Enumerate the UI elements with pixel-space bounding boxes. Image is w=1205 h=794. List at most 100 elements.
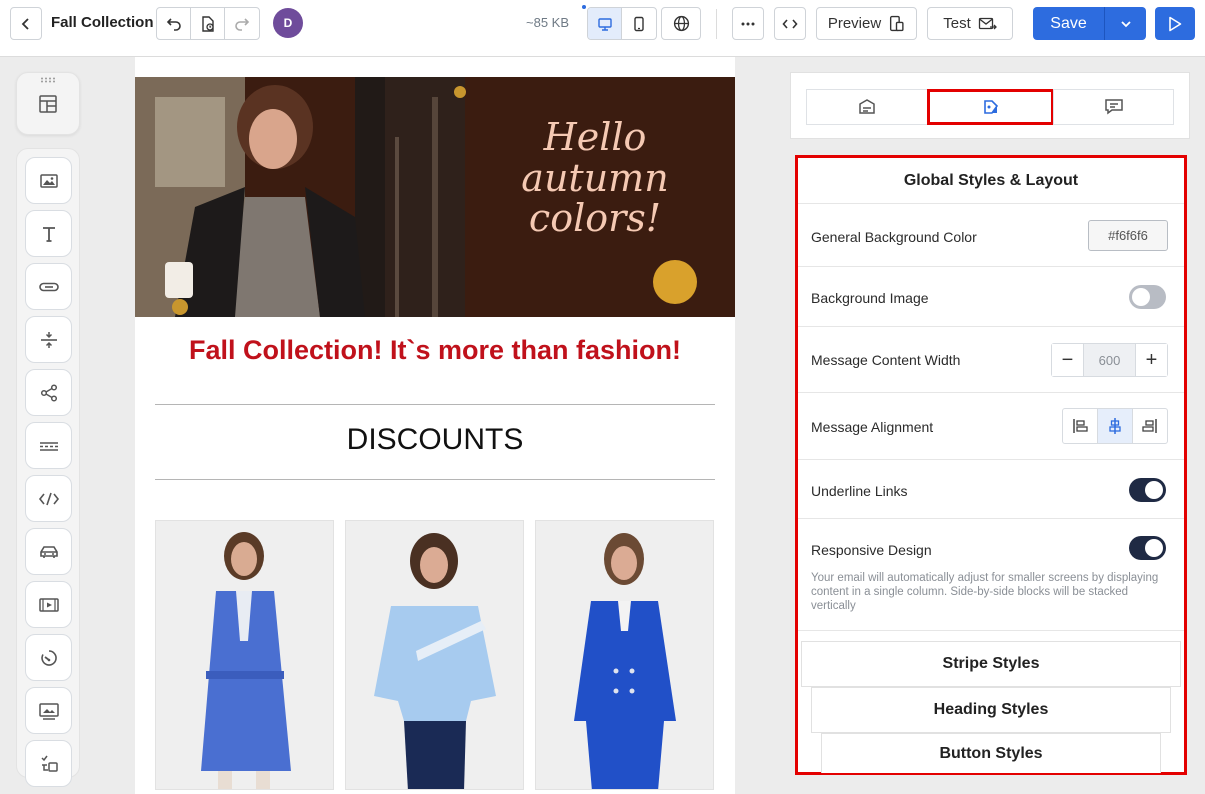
tab-global-styles[interactable]: [927, 89, 1054, 125]
chevron-left-icon: [21, 17, 29, 30]
alignment-buttons: [1062, 408, 1168, 444]
banner-block-icon: [38, 702, 59, 720]
email-canvas[interactable]: Hello autumn colors! Fall Collection! It…: [135, 57, 735, 794]
alignment-row: Message Alignment: [798, 394, 1184, 460]
stripe-styles-section[interactable]: Stripe Styles: [801, 641, 1181, 687]
avatar[interactable]: D: [273, 8, 303, 38]
product-sweater-figure: [346, 521, 523, 789]
hero-greeting: Hello autumn colors!: [495, 117, 695, 239]
settings-tabs: [790, 72, 1190, 139]
redo-button[interactable]: [225, 8, 259, 39]
amp-block-tool[interactable]: [25, 740, 72, 787]
spacer-block-icon: [40, 331, 57, 348]
banner-block-tool[interactable]: [25, 687, 72, 734]
more-horizontal-icon: [741, 22, 755, 25]
more-options-button[interactable]: [732, 7, 764, 40]
bg-color-input[interactable]: #f6f6f6: [1088, 220, 1168, 251]
text-block-tool[interactable]: [25, 210, 72, 257]
social-block-icon: [40, 383, 57, 402]
product-image-sweater[interactable]: [345, 520, 524, 790]
save-options-dropdown[interactable]: [1105, 7, 1146, 40]
run-button[interactable]: [1155, 7, 1195, 40]
section-title[interactable]: DISCOUNTS: [135, 423, 735, 457]
file-history-icon: [201, 15, 214, 32]
version-history-button[interactable]: [191, 8, 225, 39]
redo-icon: [235, 17, 250, 31]
tab-content-blocks[interactable]: [806, 89, 928, 125]
html-block-icon: [38, 492, 59, 505]
align-center-button[interactable]: [1098, 409, 1133, 443]
undo-button[interactable]: [157, 8, 191, 39]
preview-label: Preview: [827, 15, 882, 32]
divider-bottom: [155, 479, 715, 480]
test-label: Test: [943, 15, 971, 32]
back-button[interactable]: [10, 7, 42, 40]
responsive-design-label: Responsive Design: [811, 542, 932, 558]
product-image-coat[interactable]: [155, 520, 334, 790]
tab-comments[interactable]: [1053, 89, 1174, 125]
amp-block-icon: [40, 755, 58, 772]
save-button[interactable]: Save: [1033, 7, 1105, 40]
blocks-tab-icon: [859, 99, 875, 114]
device-toggle-group: [587, 7, 657, 40]
code-editor-button[interactable]: [774, 7, 806, 40]
chevron-down-icon: [1120, 20, 1131, 27]
toolbar-divider: [716, 9, 717, 39]
test-send-button[interactable]: Test: [927, 7, 1013, 40]
social-block-tool[interactable]: [25, 369, 72, 416]
html-block-tool[interactable]: [25, 475, 72, 522]
page-title: Fall Collection: [51, 14, 154, 31]
send-mail-icon: [978, 17, 997, 29]
responsive-design-toggle[interactable]: [1129, 536, 1166, 560]
bg-image-row: Background Image: [798, 268, 1184, 327]
button-styles-section[interactable]: Button Styles: [821, 733, 1161, 773]
mobile-view-button[interactable]: [622, 8, 656, 39]
heading-styles-section[interactable]: Heading Styles: [811, 687, 1171, 733]
save-button-group: Save: [1033, 7, 1146, 40]
hero-banner-image[interactable]: Hello autumn colors!: [135, 77, 735, 317]
divider-block-tool[interactable]: [25, 422, 72, 469]
button-block-tool[interactable]: [25, 263, 72, 310]
drag-grip-icon: [41, 77, 55, 83]
underline-links-toggle[interactable]: [1129, 478, 1166, 502]
hero-text-line-3: colors!: [528, 196, 662, 241]
mobile-icon: [634, 16, 644, 31]
alignment-label: Message Alignment: [811, 419, 934, 435]
bg-color-row: General Background Color #f6f6f6: [798, 205, 1184, 267]
video-block-tool[interactable]: [25, 581, 72, 628]
menu-block-icon: [39, 545, 58, 558]
desktop-view-button[interactable]: [588, 8, 622, 39]
width-value[interactable]: 600: [1083, 344, 1136, 376]
divider-block-icon: [39, 441, 58, 451]
responsive-design-row: Responsive Design Your email will automa…: [798, 520, 1184, 631]
align-left-button[interactable]: [1063, 409, 1098, 443]
image-block-icon: [39, 173, 58, 188]
hero-text-line-1: Hello: [543, 115, 647, 159]
timer-block-tool[interactable]: [25, 634, 72, 681]
align-right-button[interactable]: [1133, 409, 1167, 443]
toggle-knob: [1132, 288, 1150, 306]
email-heading[interactable]: Fall Collection! It`s more than fashion!: [135, 335, 735, 366]
bg-image-label: Background Image: [811, 290, 929, 306]
blocks-toolbar: [16, 148, 80, 787]
desktop-icon: [597, 17, 612, 31]
product-image-blazer[interactable]: [535, 520, 714, 790]
image-block-tool[interactable]: [25, 157, 72, 204]
preview-button[interactable]: Preview: [816, 7, 917, 40]
paint-bucket-icon: [983, 100, 998, 114]
align-left-icon: [1073, 419, 1088, 433]
spacer-block-tool[interactable]: [25, 316, 72, 363]
code-icon: [782, 18, 798, 29]
divider-top: [155, 404, 715, 405]
undo-icon: [166, 17, 181, 31]
width-increase-button[interactable]: +: [1136, 344, 1167, 376]
width-decrease-button[interactable]: −: [1052, 344, 1083, 376]
align-right-icon: [1142, 419, 1157, 433]
layout-icon: [39, 94, 57, 113]
bg-image-toggle[interactable]: [1129, 285, 1166, 309]
hero-text-line-2: autumn: [521, 155, 669, 200]
underline-links-row: Underline Links: [798, 461, 1184, 519]
content-width-label: Message Content Width: [811, 352, 961, 368]
menu-block-tool[interactable]: [25, 528, 72, 575]
language-button[interactable]: [661, 7, 701, 40]
